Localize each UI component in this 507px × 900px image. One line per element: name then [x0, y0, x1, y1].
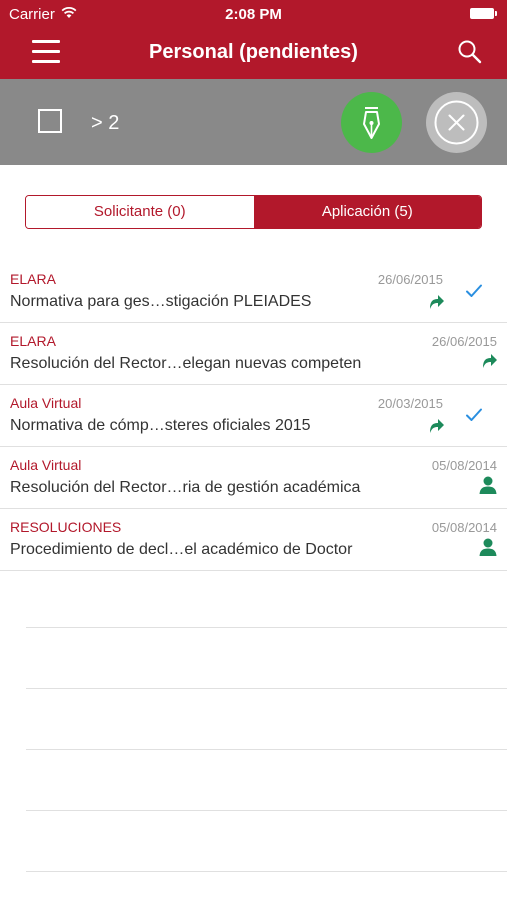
forward-icon	[427, 292, 445, 315]
close-icon	[434, 100, 479, 145]
document-list: ELARA 26/06/2015 Normativa para ges…stigac…	[0, 261, 507, 571]
item-subject: Normativa para ges…stigación PLEIADES	[10, 293, 312, 310]
person-icon	[478, 475, 498, 500]
cancel-button[interactable]	[426, 92, 487, 153]
search-button[interactable]	[457, 39, 485, 67]
top-bar: Carrier 2:08 PM Personal (pendientes)	[0, 0, 507, 79]
person-icon	[478, 537, 498, 562]
item-date: 26/06/2015	[431, 334, 497, 349]
item-subject: Normativa de cómp…steres oficiales 2015	[10, 417, 311, 434]
list-item[interactable]: RESOLUCIONES 05/08/2014 Procedimiento de d…	[0, 509, 507, 571]
list-item[interactable]: ELARA 26/06/2015 Normativa para ges…stigac…	[0, 261, 507, 323]
item-date: 05/08/2014	[431, 520, 497, 535]
item-date: 20/03/2015	[377, 396, 443, 411]
sign-button[interactable]	[341, 92, 402, 153]
item-source: ELARA	[10, 271, 56, 287]
pen-nib-icon	[363, 107, 380, 139]
forward-icon	[427, 416, 445, 439]
tab-aplicacion[interactable]: Aplicación (5)	[253, 196, 481, 228]
selection-count: > 2	[91, 112, 120, 134]
list-item[interactable]: Aula Virtual 20/03/2015 Normativa de cómp……	[0, 385, 507, 447]
segmented-control: Solicitante (0) Aplicación (5)	[25, 195, 482, 229]
list-divider	[26, 749, 507, 750]
item-source: Aula Virtual	[10, 395, 82, 411]
tab-solicitante[interactable]: Solicitante (0)	[26, 196, 254, 228]
list-divider	[26, 688, 507, 689]
search-icon	[458, 40, 482, 64]
forward-icon	[480, 351, 498, 374]
select-all-checkbox[interactable]	[38, 109, 62, 133]
item-subject: Procedimiento de decl…el académico de Do…	[10, 541, 353, 558]
item-source: Aula Virtual	[10, 457, 82, 473]
check-icon	[465, 407, 483, 428]
item-date: 05/08/2014	[431, 458, 497, 473]
status-time: 2:08 PM	[225, 6, 282, 23]
item-subject: Resolución del Rector…ria de gestión aca…	[10, 479, 361, 496]
battery-icon	[470, 8, 497, 19]
item-date: 26/06/2015	[377, 272, 443, 287]
list-item[interactable]: ELARA 26/06/2015 Resolución del Rector…ele…	[0, 323, 507, 385]
item-subject: Resolución del Rector…elegan nuevas comp…	[10, 355, 362, 372]
page-title: Personal (pendientes)	[149, 41, 358, 63]
check-icon	[465, 283, 483, 304]
list-divider	[26, 810, 507, 811]
item-source: RESOLUCIONES	[10, 519, 122, 535]
list-divider	[26, 627, 507, 628]
item-source: ELARA	[10, 333, 56, 349]
list-item[interactable]: Aula Virtual 05/08/2014 Resolución del Rec…	[0, 447, 507, 509]
list-divider	[26, 871, 507, 872]
